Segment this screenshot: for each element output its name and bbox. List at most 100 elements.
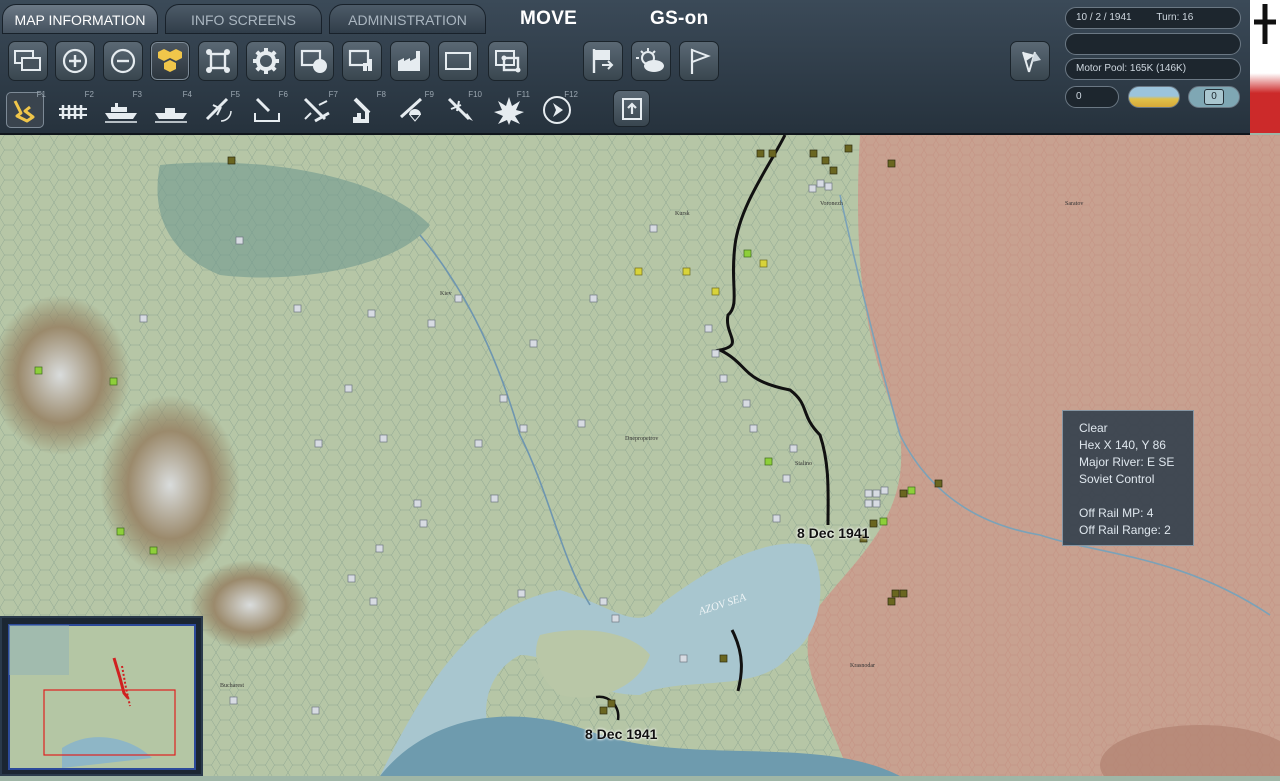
city-stalino: Stalino [795, 461, 812, 467]
flag-arrow-icon [592, 49, 614, 73]
nation-flag [1250, 0, 1280, 133]
carpathian-mountains [190, 560, 310, 650]
tab-administration[interactable]: ADMINISTRATION [329, 4, 486, 34]
air-recon-button[interactable]: F5 [200, 90, 240, 128]
air-attack-button[interactable]: F10 [442, 90, 482, 128]
air-transport-icon [303, 97, 330, 123]
city-bomb-icon [353, 97, 371, 123]
naval-move-button[interactable]: F4 [152, 90, 192, 128]
front-date-label: 8 Dec 1941 [585, 726, 658, 742]
iron-cross-icon [1254, 4, 1276, 44]
hex-units-icon [158, 49, 182, 72]
paradrop-button[interactable]: F9 [394, 90, 434, 128]
front-date-label: 8 Dec 1941 [797, 525, 870, 541]
weather-terrain-indicator[interactable] [1128, 86, 1180, 108]
river-info: Major River: E SE [1079, 455, 1175, 469]
counter-right-button[interactable]: 0 [1188, 86, 1240, 108]
gear-icon [253, 48, 279, 74]
city-bucharest: Bucharest [220, 683, 244, 689]
naval-transport-button[interactable]: F3 [102, 90, 142, 128]
hex-coordinates: Hex X 140, Y 86 [1079, 438, 1166, 452]
hex-info-tooltip: Clear Hex X 140, Y 86 Major River: E SE … [1062, 410, 1194, 546]
upload-button[interactable] [613, 90, 650, 127]
hotkey-label: F2 [84, 90, 94, 99]
hotkey-label: F9 [424, 90, 434, 99]
axes-flags-button[interactable] [1010, 41, 1050, 81]
hotkey-label: F5 [230, 90, 240, 99]
minimap[interactable] [0, 616, 203, 776]
hotkey-label: F12 [564, 90, 578, 99]
zoom-out-icon [110, 48, 136, 74]
city-kiev: Kiev [440, 291, 452, 297]
top-toolbar: MAP INFORMATION INFO SCREENS ADMINISTRAT… [0, 0, 1060, 135]
factory-button[interactable] [390, 41, 430, 81]
air-recon-icon [205, 97, 232, 122]
zoom-in-icon [62, 48, 88, 74]
date-turn-display: 10 / 2 / 1941 Turn: 16 [1065, 7, 1241, 29]
explosion-button[interactable]: F11 [490, 90, 530, 128]
unit-counter-icon [300, 49, 327, 73]
flag-outline-button[interactable] [679, 41, 719, 81]
hotkey-label: F6 [278, 90, 288, 99]
off-rail-mp: Off Rail MP: 4 [1079, 506, 1154, 520]
carpathian-mountains [100, 395, 240, 575]
frame-icon [206, 49, 230, 73]
empty-field [1065, 33, 1241, 55]
supply-drop-icon [254, 97, 280, 122]
zoom-out-button[interactable] [103, 41, 143, 81]
hotkey-label: F11 [516, 90, 530, 99]
rail-move-button[interactable]: F2 [54, 90, 94, 128]
rectangle-icon [445, 52, 471, 70]
city-saratov: Saratov [1065, 201, 1083, 207]
supply-button[interactable] [342, 41, 382, 81]
hotkey-label: F1 [36, 90, 46, 99]
minimap-canvas[interactable] [2, 618, 201, 774]
windows-icon [14, 50, 41, 71]
counter-left: 0 [1065, 86, 1119, 108]
multi-frame-button[interactable] [488, 41, 528, 81]
weather-icon [636, 48, 664, 72]
city-bomb-button[interactable]: F8 [346, 90, 386, 128]
explosion-icon [494, 97, 524, 125]
windows-button[interactable] [8, 41, 48, 81]
tab-info-screens[interactable]: INFO SCREENS [165, 4, 322, 34]
ground-move-button[interactable]: F1 [6, 90, 46, 128]
date-value: 10 / 2 / 1941 [1076, 12, 1132, 23]
air-transport-button[interactable]: F7 [298, 90, 338, 128]
supply-drop-button[interactable]: F6 [248, 90, 288, 128]
factory-icon [398, 51, 420, 71]
weather-button[interactable] [631, 41, 671, 81]
rail-move-icon [59, 105, 87, 119]
ground-support-label: GS-on [650, 8, 709, 29]
upload-icon [621, 97, 642, 120]
city-krasnodar: Krasnodar [850, 663, 875, 669]
naval-transport-icon [105, 103, 137, 123]
city-voronezh: Voronezh [820, 201, 843, 207]
air-attack-icon [447, 97, 473, 121]
settings-button[interactable] [246, 41, 286, 81]
hotkey-label: F3 [132, 90, 142, 99]
status-panel: 10 / 2 / 1941 Turn: 16 Motor Pool: 165K … [1060, 0, 1250, 135]
hotkey-label: F4 [182, 90, 192, 99]
unit-counter-button[interactable] [294, 41, 334, 81]
ground-move-icon [13, 100, 35, 123]
rectangle-button[interactable] [438, 41, 478, 81]
hex-units-button[interactable] [150, 41, 190, 81]
turn-value: Turn: 16 [1156, 12, 1194, 23]
frame-button[interactable] [198, 41, 238, 81]
tab-map-information[interactable]: MAP INFORMATION [2, 4, 158, 34]
hotkey-label: F8 [376, 90, 386, 99]
hotkey-label: F7 [328, 90, 338, 99]
control-info: Soviet Control [1079, 472, 1155, 486]
paradrop-icon [399, 97, 423, 122]
next-unit-button[interactable]: F12 [538, 90, 578, 128]
off-rail-range: Off Rail Range: 2 [1079, 523, 1171, 537]
motor-pool-display: Motor Pool: 165K (146K) [1065, 58, 1241, 80]
supply-icon [348, 49, 372, 71]
axes-flags-icon [1022, 51, 1041, 73]
zoom-in-button[interactable] [55, 41, 95, 81]
flag-arrow-button[interactable] [583, 41, 623, 81]
naval-move-icon [155, 108, 187, 123]
flag-outline-icon [690, 48, 711, 74]
mode-label: MOVE [520, 8, 578, 29]
